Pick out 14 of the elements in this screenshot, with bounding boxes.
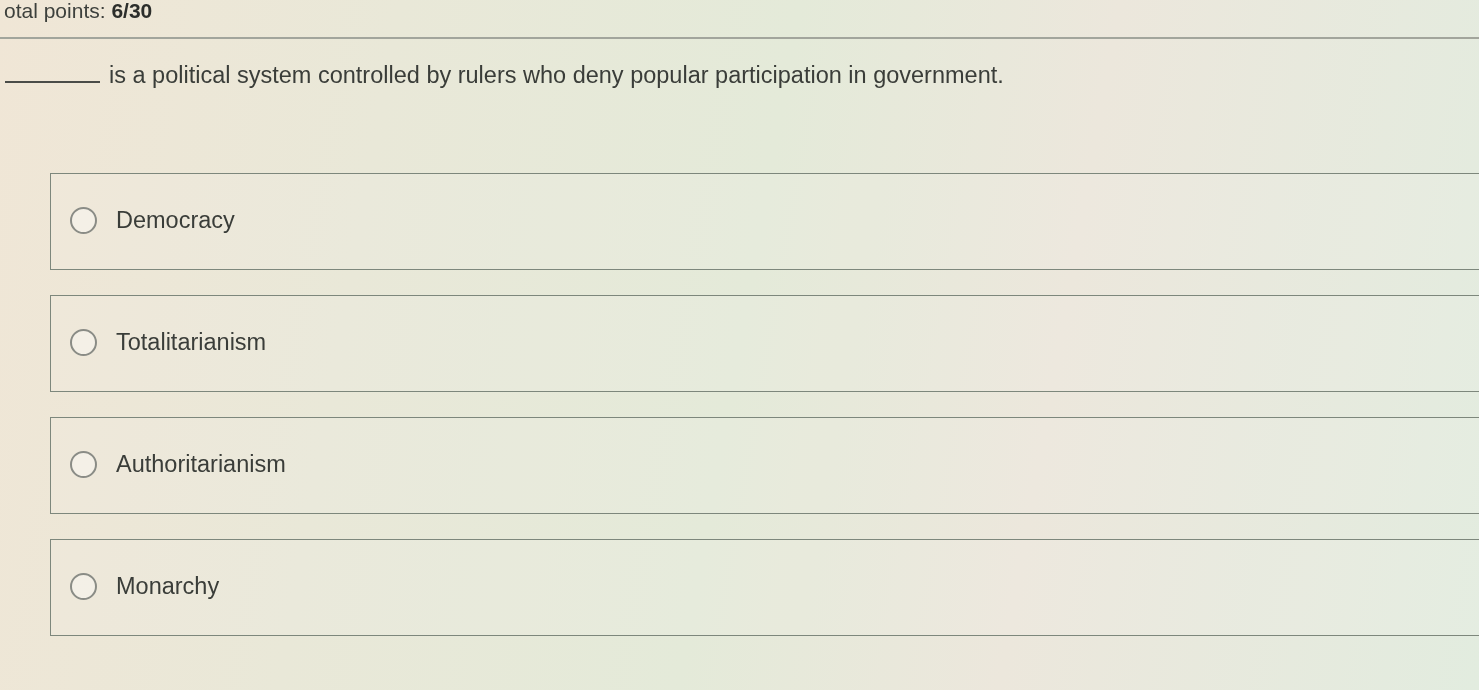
option-label: Democracy [116,205,235,234]
answer-option[interactable]: Authoritarianism [50,417,1479,514]
question-text: is a political system controlled by rulers who deny popular participation in government. [109,61,1004,89]
option-label: Monarchy [116,571,220,600]
radio-button[interactable] [70,573,97,600]
option-label: Authoritarianism [116,449,286,478]
total-points-text: otal points: 6/30 [3,0,153,22]
answer-option[interactable]: Monarchy [50,539,1479,636]
option-label: Totalitarianism [116,327,267,356]
radio-button[interactable] [70,451,97,478]
answer-option[interactable]: Democracy [50,173,1479,270]
radio-button[interactable] [70,329,97,356]
answer-option[interactable]: Totalitarianism [50,295,1479,392]
radio-button[interactable] [70,207,97,234]
